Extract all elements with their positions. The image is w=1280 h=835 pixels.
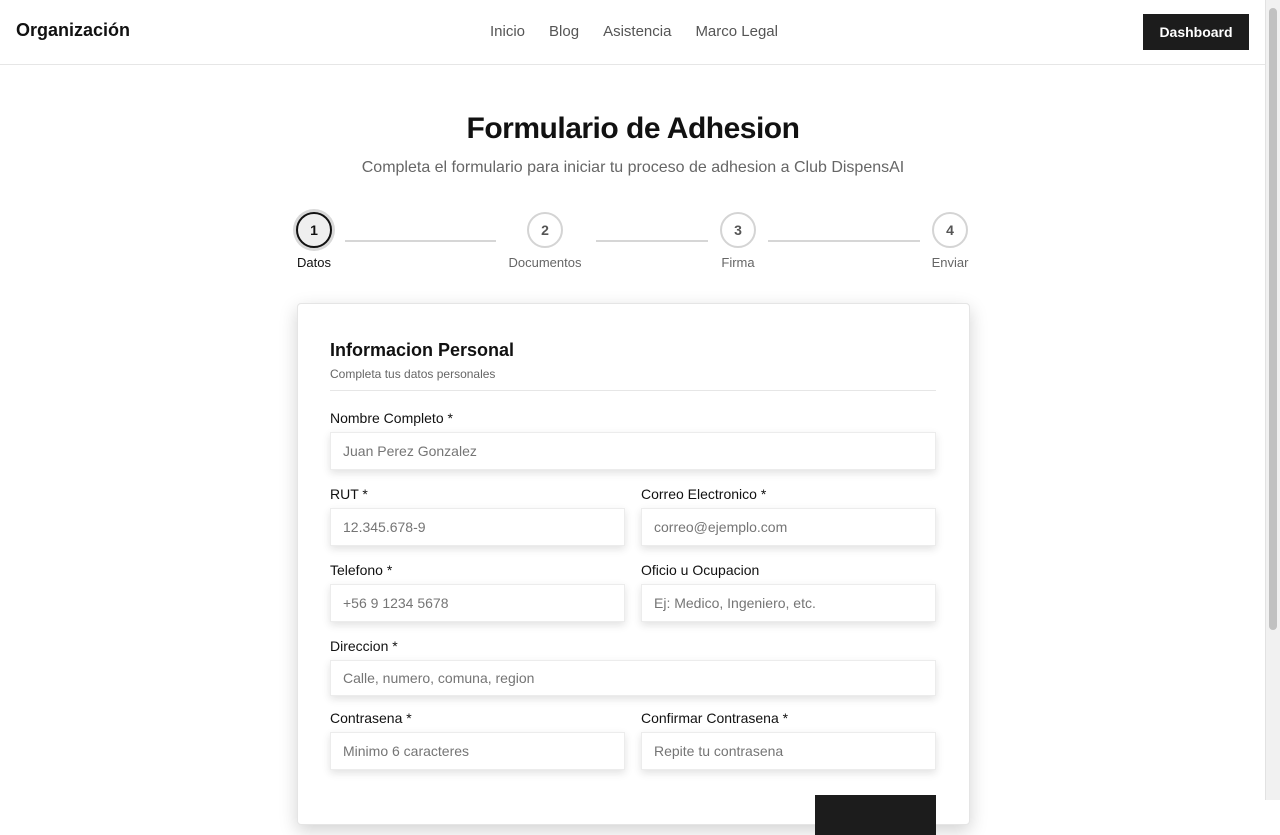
- main-nav: Inicio Blog Asistencia Marco Legal: [490, 23, 778, 40]
- card-divider: [330, 390, 936, 391]
- page-title: Formulario de Adhesion: [466, 112, 800, 145]
- step-2-circle[interactable]: 2: [527, 212, 563, 248]
- oficio-input[interactable]: [641, 584, 936, 622]
- rut-input[interactable]: [330, 508, 625, 546]
- oficio-label: Oficio u Ocupacion: [641, 562, 760, 578]
- card-title: Informacion Personal: [330, 340, 515, 360]
- direccion-label: Direccion *: [330, 638, 398, 654]
- step-connector: [768, 240, 920, 242]
- step-1-circle[interactable]: 1: [296, 212, 332, 248]
- correo-input[interactable]: [641, 508, 936, 546]
- direccion-input[interactable]: [330, 660, 936, 696]
- step-4-label: Enviar: [931, 255, 969, 270]
- confirmar-label: Confirmar Contrasena *: [641, 710, 789, 726]
- page-scrollbar[interactable]: [1265, 0, 1280, 800]
- contrasena-label: Contrasena *: [330, 710, 412, 726]
- brand-logo[interactable]: Organización: [16, 20, 130, 41]
- correo-label: Correo Electronico *: [641, 486, 767, 502]
- step-3-label: Firma: [721, 255, 755, 270]
- page-subtitle: Completa el formulario para iniciar tu p…: [361, 159, 905, 176]
- nav-blog[interactable]: Blog: [549, 23, 579, 40]
- next-button[interactable]: [815, 795, 936, 835]
- scrollbar-thumb[interactable]: [1269, 8, 1277, 630]
- dashboard-button[interactable]: Dashboard: [1143, 14, 1249, 50]
- telefono-input[interactable]: [330, 584, 625, 622]
- card-description: Completa tus datos personales: [330, 367, 496, 381]
- step-4-circle[interactable]: 4: [932, 212, 968, 248]
- contrasena-input[interactable]: [330, 732, 625, 770]
- telefono-label: Telefono *: [330, 562, 393, 578]
- site-header: Organización Inicio Blog Asistencia Marc…: [0, 0, 1266, 65]
- step-1-label: Datos: [297, 255, 331, 270]
- confirmar-input[interactable]: [641, 732, 936, 770]
- nav-asistencia[interactable]: Asistencia: [603, 23, 671, 40]
- nav-inicio[interactable]: Inicio: [490, 23, 525, 40]
- nombre-label: Nombre Completo *: [330, 410, 453, 426]
- rut-label: RUT *: [330, 486, 368, 502]
- nav-marco-legal[interactable]: Marco Legal: [695, 23, 778, 40]
- nombre-input[interactable]: [330, 432, 936, 470]
- step-2-label: Documentos: [508, 255, 582, 270]
- step-connector: [345, 240, 496, 242]
- personal-info-card: Informacion Personal Completa tus datos …: [297, 303, 970, 835]
- step-connector: [596, 240, 708, 242]
- step-3-circle[interactable]: 3: [720, 212, 756, 248]
